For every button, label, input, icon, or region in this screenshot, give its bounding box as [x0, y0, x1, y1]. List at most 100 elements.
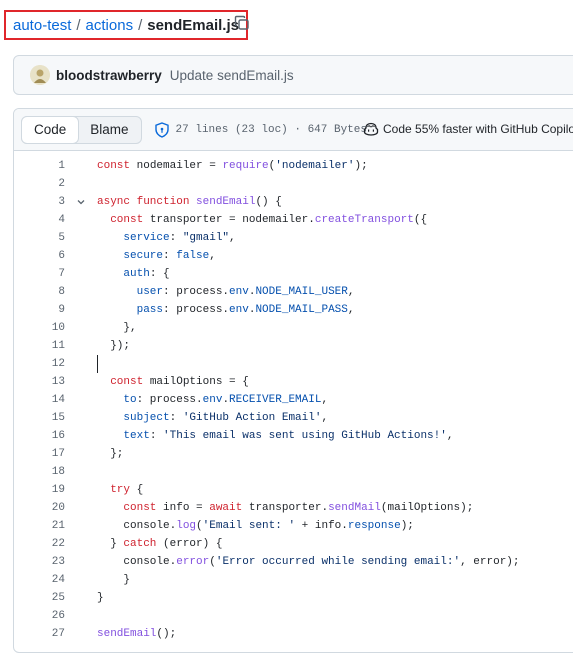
code-token: createTransport [314, 214, 414, 226]
code-line[interactable]: 7 auth: { [14, 265, 573, 283]
commit-author-link[interactable]: bloodstrawberry [56, 68, 162, 83]
code-line[interactable]: 11 }); [14, 337, 573, 355]
chevron-down-icon[interactable] [75, 193, 87, 211]
code-token: try [110, 484, 131, 496]
code-line[interactable]: 26 [14, 607, 573, 625]
line-number[interactable]: 26 [14, 607, 65, 625]
code-token: env [229, 304, 249, 316]
line-number[interactable]: 13 [14, 373, 65, 391]
line-number[interactable]: 27 [14, 625, 65, 643]
code-line[interactable]: 20 const info = await transporter.sendMa… [14, 499, 573, 517]
line-number[interactable]: 18 [14, 463, 65, 481]
code-token: , [321, 394, 329, 406]
line-number[interactable]: 21 [14, 517, 65, 535]
line-number[interactable]: 3 [14, 193, 65, 211]
line-number[interactable]: 15 [14, 409, 65, 427]
code-token: 'GitHub Action Email' [182, 412, 322, 424]
code-line[interactable]: 27 sendEmail(); [14, 625, 573, 643]
line-number[interactable]: 17 [14, 445, 65, 463]
code-token: env [202, 394, 223, 406]
code-line[interactable]: 23 console.error('Error occurred while s… [14, 553, 573, 571]
line-number[interactable]: 9 [14, 301, 65, 319]
code-line[interactable]: 5 service: "gmail", [14, 229, 573, 247]
code-line[interactable]: 15 subject: 'GitHub Action Email', [14, 409, 573, 427]
code-token: console. [97, 520, 177, 532]
line-number[interactable]: 24 [14, 571, 65, 589]
code-text: async function sendEmail() { [97, 193, 282, 211]
line-number[interactable]: 20 [14, 499, 65, 517]
code-line[interactable]: 22 } catch (error) { [14, 535, 573, 553]
code-text: console.error('Error occurred while send… [97, 553, 519, 571]
line-number[interactable]: 23 [14, 553, 65, 571]
line-number[interactable]: 25 [14, 589, 65, 607]
code-text: console.log('Email sent: ' + info.respon… [97, 517, 414, 535]
code-view[interactable]: 1 const nodemailer = require('nodemailer'… [14, 157, 573, 643]
line-number[interactable]: 6 [14, 247, 65, 265]
line-number[interactable]: 16 [14, 427, 65, 445]
code-line[interactable]: 6 secure: false, [14, 247, 573, 265]
code-text: } [97, 571, 130, 589]
code-token: pass [136, 304, 164, 316]
line-number[interactable]: 12 [14, 355, 65, 373]
code-token: service [123, 232, 170, 244]
copilot-promo-button[interactable]: Code 55% faster with GitHub Copilot [363, 122, 573, 136]
tab-code[interactable]: Code [21, 115, 80, 144]
line-number[interactable]: 4 [14, 211, 65, 229]
code-line[interactable]: 1 const nodemailer = require('nodemailer'… [14, 157, 573, 175]
code-line[interactable]: 19 try { [14, 481, 573, 499]
line-number[interactable]: 1 [14, 157, 65, 175]
breadcrumb-separator: / [138, 16, 143, 34]
code-line[interactable]: 9 pass: process.env.NODE_MAIL_PASS, [14, 301, 573, 319]
tab-blame[interactable]: Blame [78, 117, 140, 143]
code-line[interactable]: 24 } [14, 571, 573, 589]
code-line[interactable]: 21 console.log('Email sent: ' + info.res… [14, 517, 573, 535]
copy-path-button[interactable] [234, 15, 252, 33]
code-token: 'nodemailer' [275, 160, 355, 172]
avatar[interactable] [30, 65, 50, 85]
code-line[interactable]: 3 async function sendEmail() { [14, 193, 573, 211]
code-token: }); [97, 340, 131, 352]
code-token: , [446, 430, 454, 442]
line-number[interactable]: 19 [14, 481, 65, 499]
code-token: (); [156, 628, 177, 640]
code-line[interactable]: 17 }; [14, 445, 573, 463]
commit-message-link[interactable]: Update sendEmail.js [170, 68, 294, 83]
code-line[interactable]: 10 }, [14, 319, 573, 337]
line-number[interactable]: 14 [14, 391, 65, 409]
line-number[interactable]: 8 [14, 283, 65, 301]
code-token: error [176, 556, 210, 568]
code-token: : process. [136, 394, 203, 406]
code-text: const transporter = nodemailer.createTra… [97, 211, 427, 229]
code-line[interactable]: 4 const transporter = nodemailer.createT… [14, 211, 573, 229]
code-line[interactable]: 12 [14, 355, 573, 373]
code-token: ); [400, 520, 414, 532]
code-line[interactable]: 25} [14, 589, 573, 607]
code-line[interactable]: 16 text: 'This email was sent using GitH… [14, 427, 573, 445]
code-line[interactable]: 2 [14, 175, 573, 193]
code-token: sendMail [328, 502, 381, 514]
code-token: transporter = nodemailer. [143, 214, 315, 226]
code-line[interactable]: 14 to: process.env.RECEIVER_EMAIL, [14, 391, 573, 409]
line-number[interactable]: 10 [14, 319, 65, 337]
breadcrumb-folder-link[interactable]: actions [86, 17, 134, 34]
code-line[interactable]: 8 user: process.env.NODE_MAIL_USER, [14, 283, 573, 301]
code-line[interactable]: 13 const mailOptions = { [14, 373, 573, 391]
shield-icon[interactable] [154, 121, 170, 138]
code-token: : [169, 232, 183, 244]
line-number[interactable]: 2 [14, 175, 65, 193]
line-number[interactable]: 5 [14, 229, 65, 247]
code-token: , [209, 250, 216, 262]
line-number[interactable]: 22 [14, 535, 65, 553]
code-token: : { [149, 268, 170, 280]
file-viewer: Code Blame 27 lines (23 loc) · 647 Bytes… [13, 108, 573, 653]
code-line[interactable]: 18 [14, 463, 573, 481]
code-token: ({ [413, 214, 428, 226]
breadcrumb-repo-link[interactable]: auto-test [13, 17, 71, 34]
line-number[interactable]: 7 [14, 265, 65, 283]
line-number[interactable]: 11 [14, 337, 65, 355]
